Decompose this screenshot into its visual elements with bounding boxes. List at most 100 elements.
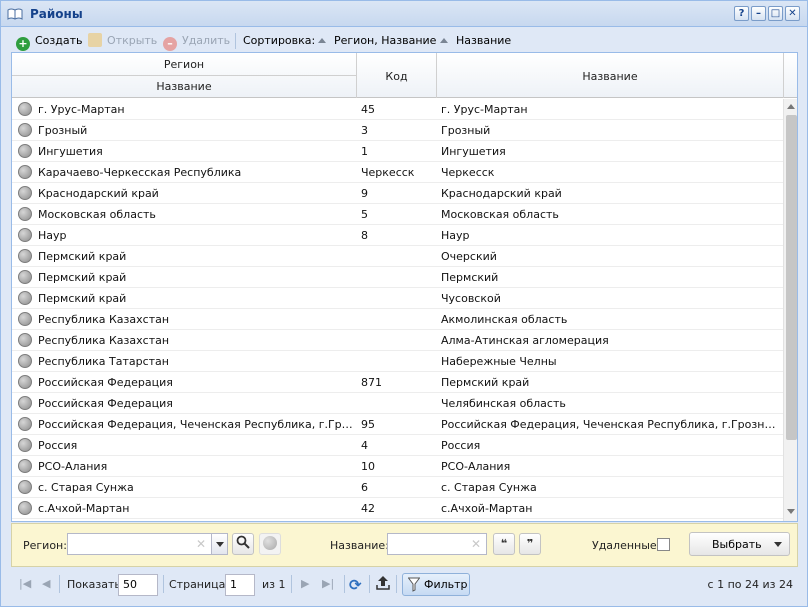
table-row[interactable]: Республика Казахстан Алма-Атинская агломе…: [12, 330, 783, 351]
page-number-input[interactable]: 1: [225, 574, 255, 596]
book-icon: [7, 8, 23, 20]
globe-icon: [18, 438, 32, 452]
globe-icon: [18, 354, 32, 368]
cell-name: Грозный: [441, 124, 491, 137]
table-row[interactable]: Карачаево-Черкесская Республика Черкесск Ч…: [12, 162, 783, 183]
table-row[interactable]: Пермский край Очерский: [12, 246, 783, 267]
cell-code: 6: [361, 481, 368, 494]
name-filter-input[interactable]: ✕: [387, 533, 487, 555]
header-code[interactable]: Код: [357, 70, 436, 83]
first-page-icon[interactable]: |◀: [19, 577, 31, 590]
paging-toolbar: |◀ ◀ Показать 50 Страница 1 из 1 ▶ ▶| ⟳ …: [11, 569, 798, 600]
prev-page-icon[interactable]: ◀: [42, 577, 50, 590]
table-row[interactable]: с. Старая Сунжа 6 с. Старая Сунжа: [12, 477, 783, 498]
page-label: Страница: [169, 578, 226, 591]
refresh-icon[interactable]: ⟳: [349, 576, 362, 594]
table-row[interactable]: Россия 4 Россия: [12, 435, 783, 456]
scroll-down-icon[interactable]: [787, 509, 795, 514]
table-row[interactable]: Краснодарский край 9 Краснодарский край: [12, 183, 783, 204]
create-label: Создать: [35, 34, 83, 47]
cell-name: РСО-Алания: [441, 460, 511, 473]
sort-region-name-button[interactable]: Регион, Название: [318, 33, 436, 49]
globe-icon: [18, 270, 32, 284]
next-page-icon[interactable]: ▶: [301, 577, 309, 590]
table-row[interactable]: Пермский край Чусовской: [12, 288, 783, 309]
scroll-up-icon[interactable]: [787, 104, 795, 109]
grid-header: Регион Название Код Название: [12, 53, 797, 98]
select-button[interactable]: Выбрать: [689, 532, 790, 556]
globe-button[interactable]: [259, 533, 281, 555]
cell-region: Пермский край: [38, 250, 127, 263]
sort-label: Сортировка:: [243, 34, 316, 47]
cell-name: Черкесск: [441, 166, 495, 179]
chevron-down-icon: [774, 542, 782, 547]
header-region-group[interactable]: Регион: [12, 58, 356, 71]
globe-icon: [18, 102, 32, 116]
table-row[interactable]: Российская Федерация, Чеченская Республи…: [12, 414, 783, 435]
table-row[interactable]: Российская Федерация Челябинская область: [12, 393, 783, 414]
maximize-button[interactable]: □: [768, 6, 783, 21]
table-row[interactable]: РСО-Алания 10 РСО-Алания: [12, 456, 783, 477]
table-row[interactable]: Наур 8 Наур: [12, 225, 783, 246]
cell-code: 4: [361, 439, 368, 452]
cell-name: Набережные Челны: [441, 355, 557, 368]
header-region-name[interactable]: Название: [12, 80, 356, 93]
cell-region: Грозный: [38, 124, 88, 137]
delete-button[interactable]: – Удалить: [163, 33, 230, 51]
scroll-thumb[interactable]: [786, 115, 797, 440]
table-row[interactable]: Российская Федерация 871 Пермский край: [12, 372, 783, 393]
table-row[interactable]: г. Урус-Мартан 45 г. Урус-Мартан: [12, 99, 783, 120]
grid-body: г. Урус-Мартан 45 г. Урус-Мартан Грозный 3 Гр…: [12, 99, 783, 521]
table-row[interactable]: Ингушетия 1 Ингушетия: [12, 141, 783, 162]
cell-region: Пермский край: [38, 271, 127, 284]
cell-name: Московская область: [441, 208, 559, 221]
table-row[interactable]: Республика Казахстан Акмолинская область: [12, 309, 783, 330]
sort-name-button[interactable]: Название: [440, 33, 511, 49]
table-row[interactable]: с.Ачхой-Мартан 42 с.Ачхой-Мартан: [12, 498, 783, 519]
cell-code: 1: [361, 145, 368, 158]
quote-close-button[interactable]: ❞: [519, 533, 541, 555]
cell-code: 10: [361, 460, 375, 473]
table-row[interactable]: Грозный 3 Грозный: [12, 120, 783, 141]
page-size-input[interactable]: 50: [118, 574, 158, 596]
vertical-scrollbar[interactable]: [783, 99, 797, 521]
table-row[interactable]: Московская область 5 Московская область: [12, 204, 783, 225]
filter-toggle-label: Фильтр: [424, 578, 468, 591]
document-icon: [88, 33, 102, 47]
help-button[interactable]: ?: [734, 6, 749, 21]
quote-open-button[interactable]: ❝: [493, 533, 515, 555]
cell-region: г. Урус-Мартан: [38, 103, 125, 116]
cell-region: с. Старая Сунжа: [38, 481, 134, 494]
paging-separator: [163, 575, 164, 593]
export-icon[interactable]: [376, 575, 390, 594]
cell-region: Российская Федерация: [38, 397, 173, 410]
region-filter-input[interactable]: ✕: [67, 533, 212, 555]
cell-name: Чусовской: [441, 292, 501, 305]
clear-icon[interactable]: ✕: [471, 537, 481, 551]
open-button[interactable]: Открыть: [88, 33, 157, 49]
region-dropdown-trigger[interactable]: [211, 533, 228, 555]
search-icon: [236, 535, 250, 549]
cell-region: Республика Татарстан: [38, 355, 169, 368]
search-button[interactable]: [232, 533, 254, 555]
deleted-checkbox[interactable]: [657, 538, 670, 551]
table-row[interactable]: Пермский край Пермский: [12, 267, 783, 288]
cell-region: Пермский край: [38, 292, 127, 305]
sort-2-label: Название: [456, 34, 512, 47]
close-button[interactable]: ✕: [785, 6, 800, 21]
table-row[interactable]: Республика Татарстан Набережные Челны: [12, 351, 783, 372]
filter-panel: Регион: ✕ Название: ✕ ❝ ❞ Удаленные: Выб…: [11, 523, 798, 567]
cell-region: Московская область: [38, 208, 156, 221]
cell-region: Наур: [38, 229, 67, 242]
header-divider: [783, 53, 784, 98]
filter-toggle-button[interactable]: Фильтр: [402, 573, 470, 596]
deleted-filter-label: Удаленные:: [592, 539, 661, 552]
minimize-button[interactable]: –: [751, 6, 766, 21]
paging-separator: [59, 575, 60, 593]
create-button[interactable]: + Создать: [16, 33, 83, 51]
last-page-icon[interactable]: ▶|: [322, 577, 334, 590]
header-name[interactable]: Название: [437, 70, 783, 83]
sort-1-label: Регион, Название: [334, 34, 437, 47]
globe-icon: [18, 417, 32, 431]
clear-icon[interactable]: ✕: [196, 537, 206, 551]
